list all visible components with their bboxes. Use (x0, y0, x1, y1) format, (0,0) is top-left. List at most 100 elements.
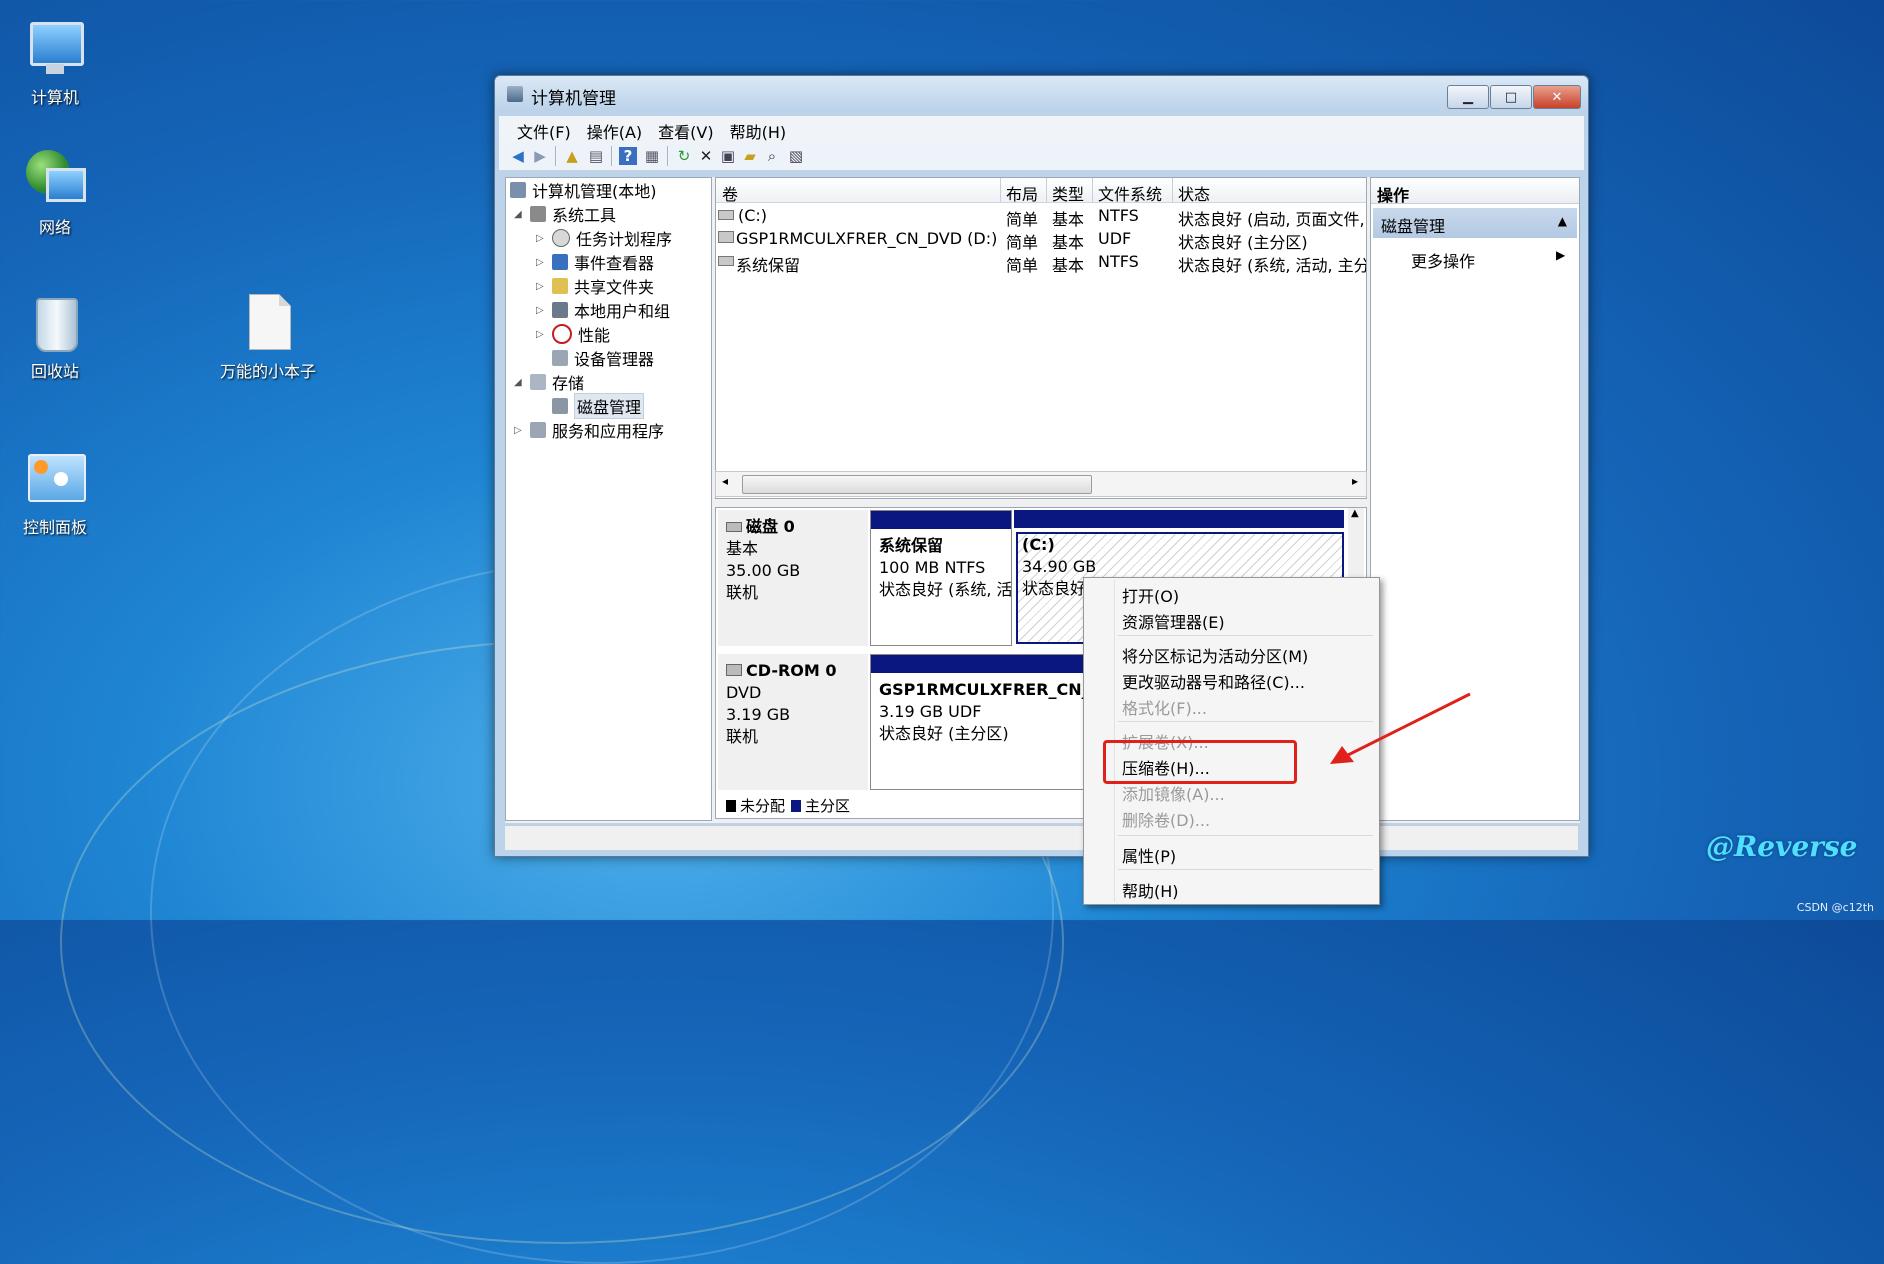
drive-icon (718, 210, 734, 220)
column-divider[interactable] (1092, 178, 1093, 202)
search-icon[interactable]: ⌕ (763, 147, 781, 165)
tree-item-shared-folders[interactable]: ▷ 共享文件夹 (536, 275, 654, 297)
collapsed-arrow-icon[interactable]: ▷ (514, 425, 526, 436)
column-header-status[interactable]: 状态 (1178, 181, 1210, 205)
more-actions[interactable]: 更多操作 (1411, 248, 1475, 272)
title-bar[interactable]: 计算机管理 ▁ □ ✕ (495, 76, 1588, 110)
volume-status: 状态良好 (系统, 活动, 主分 (1178, 256, 1367, 275)
disk-icon (726, 522, 742, 532)
collapsed-arrow-icon[interactable]: ▷ (536, 233, 548, 244)
clock-icon (552, 229, 570, 247)
collapsed-arrow-icon[interactable]: ▷ (536, 257, 548, 268)
cdrom-0-label[interactable]: CD-ROM 0 DVD 3.19 GB 联机 (718, 654, 868, 790)
menu-item-mark-active[interactable]: 将分区标记为活动分区(M) (1122, 643, 1308, 667)
actions-section-disk-management[interactable]: 磁盘管理 ▲ (1373, 208, 1577, 238)
desktop-icon-label: 计算机 (30, 88, 79, 107)
properties-icon[interactable]: ▣ (719, 147, 737, 165)
scroll-right-icon[interactable]: ▸ (1352, 474, 1358, 488)
volume-layout: 简单 (1006, 256, 1039, 275)
expanded-arrow-icon[interactable]: ◢ (514, 209, 526, 220)
tree-item-label: 设备管理器 (574, 350, 655, 369)
collapse-arrow-icon[interactable]: ▲ (1558, 214, 1567, 228)
performance-icon (552, 324, 572, 344)
dvd-drive-icon (718, 231, 734, 243)
control-panel-icon (24, 448, 86, 510)
menu-item-help[interactable]: 帮助(H) (1122, 878, 1179, 902)
help-icon[interactable]: ? (619, 147, 637, 165)
desktop-icon-recycle-bin[interactable]: 回收站 (0, 292, 110, 382)
open-folder-icon[interactable]: ▰ (741, 147, 759, 165)
collapsed-arrow-icon[interactable]: ▷ (536, 281, 548, 292)
column-header-volume[interactable]: 卷 (722, 181, 738, 205)
delete-icon[interactable]: ✕ (697, 147, 715, 165)
back-icon[interactable]: ◀ (509, 147, 527, 165)
show-tree-icon[interactable]: ▤ (587, 147, 605, 165)
menu-item-open[interactable]: 打开(O) (1122, 583, 1179, 607)
scroll-left-icon[interactable]: ◂ (722, 474, 728, 488)
device-manager-icon (552, 350, 568, 366)
maximize-button[interactable]: □ (1490, 85, 1532, 109)
close-button[interactable]: ✕ (1533, 85, 1581, 109)
column-divider[interactable] (1172, 178, 1173, 202)
up-folder-icon[interactable]: ▲ (563, 147, 581, 165)
partition-size: 100 MB NTFS (879, 558, 986, 577)
disk-state: 联机 (726, 727, 759, 746)
menu-item-properties[interactable]: 属性(P) (1122, 843, 1176, 867)
volume-list-scrollbar[interactable]: ◂ ▸ (715, 471, 1367, 497)
desktop-icon-network[interactable]: 网络 (0, 148, 110, 238)
partition-system-reserved[interactable]: 系统保留 100 MB NTFS 状态良好 (系统, 活 (870, 510, 1012, 646)
table-row[interactable]: GSP1RMCULXFRER_CN_DVD (D:) 简单 基本 UDF 状态良… (716, 227, 1366, 252)
tree-item-event-viewer[interactable]: ▷ 事件查看器 (536, 251, 654, 273)
desktop-icon-notebook[interactable]: 万能的小本子 (212, 292, 324, 382)
menu-item-format[interactable]: 格式化(F)... (1122, 695, 1207, 719)
volume-list-header: 卷 布局 类型 文件系统 状态 (716, 178, 1366, 205)
actions-section-label: 磁盘管理 (1381, 217, 1446, 236)
collapsed-arrow-icon[interactable]: ▷ (536, 329, 548, 340)
shared-folder-icon (552, 278, 568, 294)
settings-icon[interactable]: ▧ (787, 147, 805, 165)
menu-action[interactable]: 操作(A) (579, 116, 650, 142)
menu-view[interactable]: 查看(V) (650, 116, 721, 142)
table-row[interactable]: 系统保留 简单 基本 NTFS 状态良好 (系统, 活动, 主分 (716, 250, 1367, 275)
network-icon (24, 148, 86, 210)
volume-name: 系统保留 (736, 256, 801, 275)
menu-separator (1118, 635, 1373, 636)
column-divider[interactable] (1000, 178, 1001, 202)
action-pane-icon[interactable]: ▦ (643, 147, 661, 165)
tree-item-local-users[interactable]: ▷ 本地用户和组 (536, 299, 670, 321)
menu-help[interactable]: 帮助(H) (722, 116, 795, 142)
menu-item-add-mirror[interactable]: 添加镜像(A)... (1122, 781, 1225, 805)
tree-item-performance[interactable]: ▷ 性能 (536, 323, 610, 345)
desktop-icon-computer[interactable]: 计算机 (0, 18, 110, 108)
tree-item-device-manager[interactable]: 设备管理器 (552, 347, 654, 369)
column-header-layout[interactable]: 布局 (1006, 181, 1038, 205)
partition-body: 系统保留 100 MB NTFS 状态良好 (系统, 活 (875, 535, 1011, 643)
refresh-icon[interactable]: ↻ (675, 147, 693, 165)
menu-file[interactable]: 文件(F) (509, 116, 579, 142)
scrollbar-thumb[interactable] (742, 475, 1092, 494)
table-row[interactable]: (C:) 简单 基本 NTFS 状态良好 (启动, 页面文件, (716, 204, 1366, 229)
column-header-filesystem[interactable]: 文件系统 (1098, 181, 1162, 205)
menu-item-explorer[interactable]: 资源管理器(E) (1122, 609, 1225, 633)
menu-item-delete-volume[interactable]: 删除卷(D)... (1122, 807, 1210, 831)
menu-separator (1118, 869, 1373, 870)
tree-item-root[interactable]: 计算机管理(本地) (510, 179, 657, 201)
minimize-button[interactable]: ▁ (1447, 85, 1489, 109)
tree-item-disk-management[interactable]: 磁盘管理 (552, 393, 645, 419)
tree-item-services-apps[interactable]: ▷ 服务和应用程序 (514, 419, 664, 441)
column-divider[interactable] (1046, 178, 1047, 202)
forward-icon[interactable]: ▶ (531, 147, 549, 165)
disk-0-label[interactable]: 磁盘 0 基本 35.00 GB 联机 (718, 510, 868, 646)
tree-item-system-tools[interactable]: ◢ 系统工具 (514, 203, 616, 225)
scroll-up-icon[interactable]: ▲ (1351, 508, 1359, 519)
computer-management-icon (510, 182, 526, 198)
menu-item-change-drive-letter[interactable]: 更改驱动器号和路径(C)... (1122, 669, 1305, 693)
tree-item-label: 磁盘管理 (574, 393, 645, 419)
expanded-arrow-icon[interactable]: ◢ (514, 377, 526, 388)
collapsed-arrow-icon[interactable]: ▷ (536, 305, 548, 316)
column-header-type[interactable]: 类型 (1052, 181, 1084, 205)
tree-item-storage[interactable]: ◢ 存储 (514, 371, 584, 393)
recycle-bin-icon (24, 292, 86, 354)
desktop-icon-control-panel[interactable]: 控制面板 (0, 448, 110, 538)
tree-item-task-scheduler[interactable]: ▷ 任务计划程序 (536, 227, 672, 249)
